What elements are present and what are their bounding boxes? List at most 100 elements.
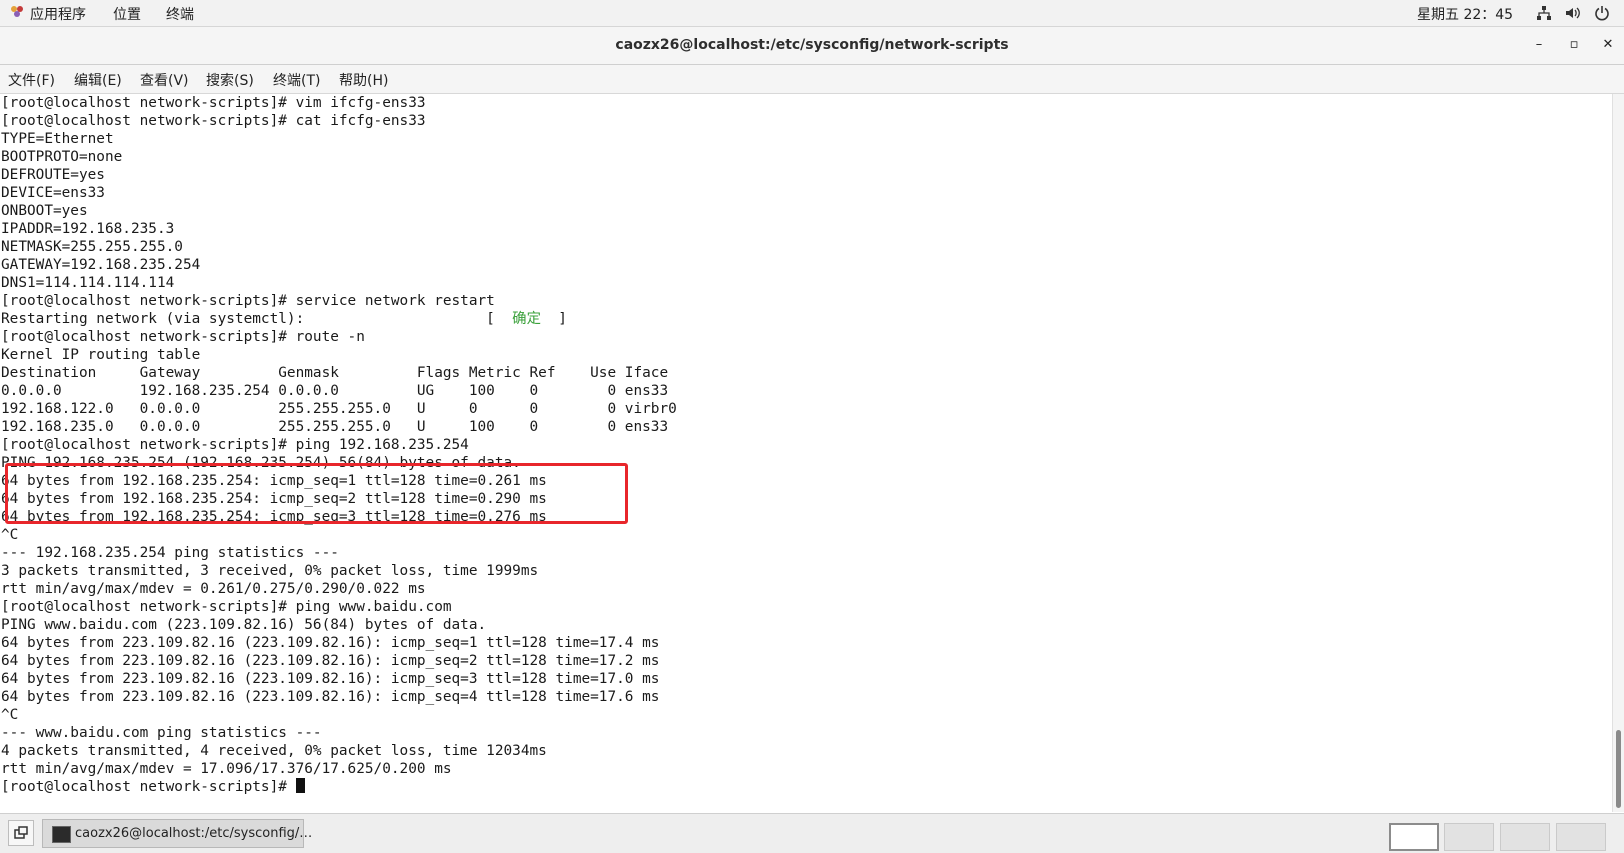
terminal-app-menu[interactable]: 终端: [166, 4, 194, 24]
terminal-line-text: 64 bytes from 223.109.82.16 (223.109.82.…: [1, 653, 660, 669]
menu-file[interactable]: 文件(F): [8, 70, 55, 90]
terminal-line-text: [root@localhost network-scripts]# cat if…: [1, 113, 426, 129]
terminal-line-text: 192.168.235.0 0.0.0.0 255.255.255.0 U 10…: [1, 419, 669, 435]
clock[interactable]: 星期五 22：45: [1417, 4, 1513, 24]
terminal-line-text: Destination Gateway Genmask Flags Metric…: [1, 365, 669, 381]
terminal-line: Restarting network (via systemctl): [ 确定…: [1, 310, 677, 328]
minimize-button[interactable]: –: [1530, 36, 1548, 54]
terminal-line-text: 0.0.0.0 192.168.235.254 0.0.0.0 UG 100 0…: [1, 383, 669, 399]
terminal-line: NETMASK=255.255.255.0: [1, 238, 677, 256]
terminal-line: [root@localhost network-scripts]# route …: [1, 328, 677, 346]
top-panel: 应用程序 位置 终端 星期五 22：45: [0, 0, 1624, 27]
workspace-4[interactable]: [1556, 823, 1606, 851]
terminal-line-text: IPADDR=192.168.235.3: [1, 221, 175, 237]
terminal-line-text: BOOTPROTO=none: [1, 149, 123, 165]
terminal-line-text: --- www.baidu.com ping statistics ---: [1, 725, 322, 741]
window-titlebar[interactable]: caozx26@localhost:/etc/sysconfig/network…: [0, 27, 1624, 65]
terminal-line: DNS1=114.114.114.114: [1, 274, 677, 292]
volume-icon[interactable]: [1564, 5, 1580, 21]
scrollbar-thumb[interactable]: [1616, 730, 1621, 808]
terminal-line: 192.168.122.0 0.0.0.0 255.255.255.0 U 0 …: [1, 400, 677, 418]
terminal-line-text: [root@localhost network-scripts]# servic…: [1, 293, 495, 309]
power-icon[interactable]: [1594, 5, 1610, 21]
workspace-3[interactable]: [1500, 823, 1550, 851]
terminal-line: Destination Gateway Genmask Flags Metric…: [1, 364, 677, 382]
terminal-line-text: 64 bytes from 223.109.82.16 (223.109.82.…: [1, 635, 660, 651]
terminal-line: [root@localhost network-scripts]# ping 1…: [1, 436, 677, 454]
menu-terminal[interactable]: 终端(T): [273, 70, 320, 90]
menu-search[interactable]: 搜索(S): [206, 70, 254, 90]
terminal-line-text: [root@localhost network-scripts]# ping 1…: [1, 437, 469, 453]
terminal-line: DEFROUTE=yes: [1, 166, 677, 184]
network-icon[interactable]: [1536, 5, 1552, 21]
terminal-line-text: NETMASK=255.255.255.0: [1, 239, 183, 255]
terminal-line: GATEWAY=192.168.235.254: [1, 256, 677, 274]
terminal-line: Kernel IP routing table: [1, 346, 677, 364]
terminal-line-text: 64 bytes from 223.109.82.16 (223.109.82.…: [1, 689, 660, 705]
applications-icon: [11, 6, 23, 17]
terminal-line: 64 bytes from 223.109.82.16 (223.109.82.…: [1, 634, 677, 652]
terminal-line: 64 bytes from 223.109.82.16 (223.109.82.…: [1, 652, 677, 670]
workspace-1[interactable]: [1389, 823, 1439, 851]
terminal-line: rtt min/avg/max/mdev = 17.096/17.376/17.…: [1, 760, 677, 778]
terminal-cursor: [295, 778, 305, 793]
terminal-line: [root@localhost network-scripts]# cat if…: [1, 112, 677, 130]
terminal-line: rtt min/avg/max/mdev = 0.261/0.275/0.290…: [1, 580, 677, 598]
taskbar-terminal-button[interactable]: caozx26@localhost:/etc/sysconfig/…: [42, 819, 312, 848]
workspace-2[interactable]: [1444, 823, 1494, 851]
terminal-line: [root@localhost network-scripts]# servic…: [1, 292, 677, 310]
terminal-line: 192.168.235.0 0.0.0.0 255.255.255.0 U 10…: [1, 418, 677, 436]
terminal-line-text: TYPE=Ethernet: [1, 131, 114, 147]
terminal-line-text: [root@localhost network-scripts]# vim if…: [1, 95, 426, 111]
terminal-line-text: [root@localhost network-scripts]# ping w…: [1, 599, 452, 615]
terminal-line: PING www.baidu.com (223.109.82.16) 56(84…: [1, 616, 677, 634]
terminal-line-text: --- 192.168.235.254 ping statistics ---: [1, 545, 339, 561]
terminal-line-text: GATEWAY=192.168.235.254: [1, 257, 201, 273]
terminal-icon: [52, 826, 71, 843]
terminal-line: ^C: [1, 526, 677, 544]
terminal-line-text: Kernel IP routing table: [1, 347, 201, 363]
close-button[interactable]: ✕: [1599, 36, 1617, 54]
terminal-line: 0.0.0.0 192.168.235.254 0.0.0.0 UG 100 0…: [1, 382, 677, 400]
terminal-line: 64 bytes from 223.109.82.16 (223.109.82.…: [1, 688, 677, 706]
terminal-line: IPADDR=192.168.235.3: [1, 220, 677, 238]
menu-view[interactable]: 查看(V): [140, 70, 189, 90]
menu-help[interactable]: 帮助(H): [339, 70, 388, 90]
window-title: caozx26@localhost:/etc/sysconfig/network…: [615, 37, 1009, 53]
window-list-icon: [14, 826, 28, 839]
ok-status-text: 确定: [512, 311, 541, 327]
menu-edit[interactable]: 编辑(E): [74, 70, 122, 90]
terminal-line-text: ^C: [1, 707, 19, 723]
taskbar: caozx26@localhost:/etc/sysconfig/…: [0, 813, 1624, 853]
terminal-line-text: DEFROUTE=yes: [1, 167, 105, 183]
terminal-line: [root@localhost network-scripts]# ping w…: [1, 598, 677, 616]
terminal-line: [root@localhost network-scripts]# vim if…: [1, 94, 677, 112]
terminal-line-text: 4 packets transmitted, 4 received, 0% pa…: [1, 743, 547, 759]
places-menu[interactable]: 位置: [113, 4, 141, 24]
terminal-line-text: 3 packets transmitted, 3 received, 0% pa…: [1, 563, 539, 579]
terminal-line: [root@localhost network-scripts]#: [1, 778, 677, 796]
terminal-line: BOOTPROTO=none: [1, 148, 677, 166]
show-desktop-button[interactable]: [8, 820, 34, 846]
terminal-line-text: 64 bytes from 223.109.82.16 (223.109.82.…: [1, 671, 660, 687]
terminal-line-text: [root@localhost network-scripts]#: [1, 779, 296, 795]
terminal-line-text: rtt min/avg/max/mdev = 0.261/0.275/0.290…: [1, 581, 426, 597]
terminal-line: 64 bytes from 223.109.82.16 (223.109.82.…: [1, 670, 677, 688]
terminal-line: --- 192.168.235.254 ping statistics ---: [1, 544, 677, 562]
ok-status-bracket: ]: [540, 311, 567, 327]
terminal-line-text: DEVICE=ens33: [1, 185, 105, 201]
menubar: 文件(F) 编辑(E) 查看(V) 搜索(S) 终端(T) 帮助(H): [0, 65, 1624, 94]
terminal-line-text: rtt min/avg/max/mdev = 17.096/17.376/17.…: [1, 761, 452, 777]
terminal-line-text: ^C: [1, 527, 19, 543]
terminal-line: ^C: [1, 706, 677, 724]
terminal-line: 4 packets transmitted, 4 received, 0% pa…: [1, 742, 677, 760]
terminal-line: --- www.baidu.com ping statistics ---: [1, 724, 677, 742]
terminal-line: ONBOOT=yes: [1, 202, 677, 220]
terminal-line-text: 192.168.122.0 0.0.0.0 255.255.255.0 U 0 …: [1, 401, 677, 417]
maximize-button[interactable]: ▫: [1565, 36, 1583, 54]
terminal-line: TYPE=Ethernet: [1, 130, 677, 148]
applications-menu[interactable]: 应用程序: [30, 4, 86, 24]
highlight-box: [5, 463, 628, 524]
terminal-area[interactable]: [root@localhost network-scripts]# vim if…: [0, 94, 1610, 812]
terminal-scrollbar[interactable]: [1612, 94, 1624, 812]
